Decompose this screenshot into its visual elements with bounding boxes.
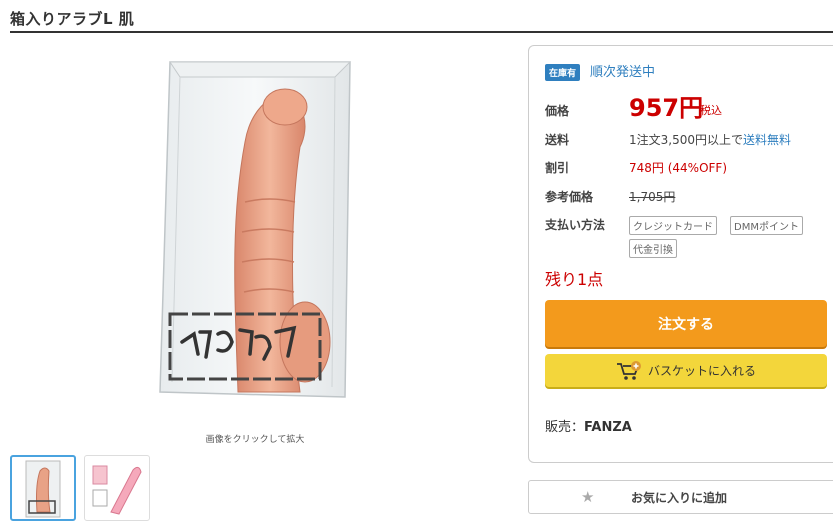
product-photo	[159, 61, 352, 398]
basket-button-label: バスケットに入れる	[647, 364, 756, 378]
order-button[interactable]: 注文する	[545, 300, 827, 347]
payment-label: 支払い方法	[545, 218, 606, 232]
reference-price-label: 参考価格	[545, 190, 594, 204]
payment-cod: 代金引換	[629, 239, 677, 258]
seller-name: FANZA	[584, 420, 632, 435]
stock-badge: 在庫有	[545, 64, 581, 81]
image-caption: 画像をクリックして拡大	[205, 435, 305, 445]
title-divider	[10, 31, 833, 33]
discount-label: 割引	[545, 161, 570, 175]
order-button-label: 注文する	[658, 316, 714, 333]
product-main-image[interactable]	[150, 52, 360, 412]
seller-info: 販売：FANZA	[545, 416, 632, 435]
page-title: 箱入りアラブL 肌	[10, 10, 135, 28]
thumbnail-2[interactable]	[84, 455, 150, 521]
free-shipping-link[interactable]: 送料無料	[743, 133, 791, 147]
thumbnail-2-image	[92, 465, 142, 515]
shipping-label: 送料	[545, 133, 570, 147]
price-value: 957円	[629, 94, 704, 122]
thumbnail-1-image	[25, 460, 61, 518]
seller-label: 販売：	[545, 420, 585, 435]
add-to-basket-button[interactable]: バスケットに入れる	[545, 354, 827, 387]
favorites-label: お気に入りに追加	[631, 491, 728, 505]
payment-credit-card: クレジットカード	[629, 216, 717, 235]
discount-value: 748円 (44%OFF)	[629, 161, 728, 175]
add-to-favorites-button[interactable]: ★ お気に入りに追加	[528, 480, 833, 514]
cart-add-icon	[616, 360, 641, 380]
shipping-info: 1注文3,500円以上で送料無料	[629, 131, 791, 148]
reference-price: 1,705円	[629, 190, 676, 204]
shipping-condition: 1注文3,500円以上で	[629, 133, 743, 147]
thumbnail-1[interactable]	[10, 455, 76, 521]
payment-dmm-point: DMMポイント	[730, 216, 803, 235]
stock-status: 順次発送中	[590, 65, 656, 80]
remaining-stock: 残り1点	[545, 270, 604, 289]
star-icon: ★	[581, 488, 595, 506]
price-label: 価格	[545, 104, 570, 118]
price-tax-note: 税込	[700, 104, 722, 117]
